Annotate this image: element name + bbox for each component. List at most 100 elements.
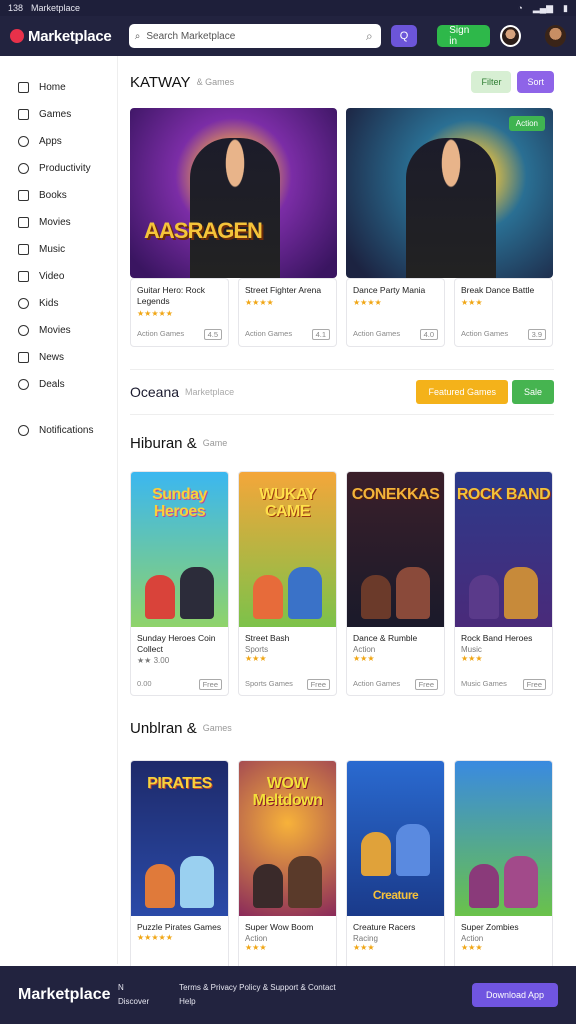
game-card[interactable]: CONEKKAS Dance & Rumble Action ★★★ Actio… xyxy=(346,471,445,696)
list-item[interactable]: Guitar Hero: Rock Legends ★★★★★ Action G… xyxy=(130,278,229,347)
footer: Marketplace N Discover Terms & Privacy P… xyxy=(0,966,576,1024)
game-cover: Creature xyxy=(347,761,444,916)
promo-title: Oceana xyxy=(130,384,180,400)
search-button[interactable]: Q xyxy=(390,25,418,47)
game-card[interactable]: WOW Meltdown Super Wow Boom Action ★★★ xyxy=(238,760,337,985)
book-icon xyxy=(18,190,29,201)
sale-button[interactable]: Sale xyxy=(511,380,554,404)
bell-icon xyxy=(18,425,29,436)
sort-button[interactable]: Sort xyxy=(517,71,554,93)
film-icon xyxy=(18,217,29,228)
sidebar-item-video[interactable]: Video xyxy=(0,263,117,290)
avatar-secondary[interactable] xyxy=(545,25,567,47)
dancer-figure xyxy=(406,138,496,278)
list-item[interactable]: Break Dance Battle ★★★ Action Games 3.9 xyxy=(454,278,553,347)
sidebar-item-apps[interactable]: Apps xyxy=(0,128,117,155)
sidebar-item-home[interactable]: Home xyxy=(0,74,117,101)
footer-link[interactable]: N xyxy=(118,981,149,995)
featured-banners: AASRAGEN Action xyxy=(130,108,554,278)
game-cover: Sunday Heroes xyxy=(131,472,228,627)
featured-games-button[interactable]: Featured Games xyxy=(416,380,508,404)
sidebar-item-deals[interactable]: Deals xyxy=(0,371,117,398)
featured-header: KATWAY & Games Filter Sort xyxy=(130,56,554,108)
featured-banner[interactable]: AASRAGEN xyxy=(130,108,337,278)
logo-icon xyxy=(10,29,24,43)
game-card[interactable]: PIRATES Puzzle Pirates Games ★★★★★ xyxy=(130,760,229,985)
search-icon: ⌕ xyxy=(134,30,141,42)
sign-in-button[interactable]: Sign in xyxy=(437,25,491,47)
game-cover: WOW Meltdown xyxy=(239,761,336,916)
promo-bar: Oceana Marketplace Featured Games Sale xyxy=(130,370,554,414)
video-icon xyxy=(18,271,29,282)
sidebar-item-movies-2[interactable]: Movies xyxy=(0,317,117,344)
news-icon xyxy=(18,352,29,363)
filter-button[interactable]: Filter xyxy=(471,71,512,93)
banner-badge: Action xyxy=(508,116,545,131)
sidebar-item-movies[interactable]: Movies xyxy=(0,209,117,236)
footer-link[interactable]: Terms & Privacy Policy & Support & Conta… xyxy=(179,981,336,995)
footer-logo[interactable]: Marketplace xyxy=(18,986,118,1004)
game-card[interactable]: ROCK BAND Rock Band Heroes Music ★★★ Mus… xyxy=(454,471,553,696)
search-input[interactable]: ⌕ Search Marketplace ⌕ xyxy=(128,24,381,48)
sidebar-item-books[interactable]: Books xyxy=(0,182,117,209)
sidebar-item-news[interactable]: News xyxy=(0,344,117,371)
search-placeholder: Search Marketplace xyxy=(146,30,236,42)
section-title: Unblran & xyxy=(130,719,197,737)
main-content: KATWAY & Games Filter Sort AASRAGEN Acti… xyxy=(118,56,576,985)
app-logo[interactable]: Marketplace xyxy=(10,28,119,45)
apps-icon xyxy=(18,136,29,147)
ticket-icon xyxy=(18,325,29,336)
logo-text: Marketplace xyxy=(28,27,112,45)
gamepad-icon xyxy=(18,109,29,120)
status-app-name: Marketplace xyxy=(31,3,81,13)
wifi-icon: ◔ xyxy=(517,2,523,13)
tag-icon xyxy=(18,379,29,390)
magnifier-icon: ⌕ xyxy=(366,28,373,43)
sidebar-item-productivity[interactable]: Productivity xyxy=(0,155,117,182)
game-cover: CONEKKAS xyxy=(347,472,444,627)
list-item[interactable]: Street Fighter Arena ★★★★ Action Games 4.… xyxy=(238,278,337,347)
featured-title: KATWAY xyxy=(130,73,191,91)
footer-links-left: N Discover xyxy=(118,981,149,1009)
game-card[interactable]: Sunday Heroes Sunday Heroes Coin Collect… xyxy=(130,471,229,696)
sidebar-item-games[interactable]: Games xyxy=(0,101,117,128)
featured-subtitle: & Games xyxy=(196,77,235,87)
game-card[interactable]: WUKAY CAME Street Bash Sports ★★★ Sports… xyxy=(238,471,337,696)
avatar[interactable] xyxy=(500,25,522,47)
featured-list: Guitar Hero: Rock Legends ★★★★★ Action G… xyxy=(130,278,554,347)
hiburan-grid: Sunday Heroes Sunday Heroes Coin Collect… xyxy=(130,471,554,696)
sidebar-item-notifications[interactable]: Notifications xyxy=(0,417,117,444)
game-cover: ROCK BAND xyxy=(455,472,552,627)
music-icon xyxy=(18,244,29,255)
sidebar: Home Games Apps Productivity Books Movie… xyxy=(0,56,118,964)
battery-icon: ▮ xyxy=(563,2,568,13)
hiburan-header: Hiburan & Game xyxy=(130,415,554,471)
list-item[interactable]: Dance Party Mania ★★★★ Action Games 4.0 xyxy=(346,278,445,347)
sidebar-item-music[interactable]: Music xyxy=(0,236,117,263)
status-time: 138 xyxy=(8,3,24,13)
guitarist-figure xyxy=(190,138,280,278)
kids-icon xyxy=(18,298,29,309)
unblran-header: Unblran & Games xyxy=(130,696,554,760)
game-cover: WUKAY CAME xyxy=(239,472,336,627)
unblran-grid: PIRATES Puzzle Pirates Games ★★★★★ WOW M… xyxy=(130,760,554,985)
section-subtitle: Games xyxy=(202,723,232,733)
home-icon xyxy=(18,82,29,93)
game-card[interactable]: Creature Creature Racers Racing ★★★ xyxy=(346,760,445,985)
download-app-button[interactable]: Download App xyxy=(471,983,558,1007)
banner-title: AASRAGEN xyxy=(144,218,263,243)
footer-links-right: Terms & Privacy Policy & Support & Conta… xyxy=(179,981,336,1009)
briefcase-icon xyxy=(18,163,29,174)
section-subtitle: Game xyxy=(202,438,228,448)
top-nav: Marketplace ⌕ Search Marketplace ⌕ Q Sig… xyxy=(0,16,576,56)
featured-banner[interactable]: Action xyxy=(346,108,553,278)
footer-link[interactable]: Help xyxy=(179,995,336,1009)
game-card[interactable]: Super Zombies Action ★★★ xyxy=(454,760,553,985)
status-bar: 138 Marketplace ◔ ▂▄▆ ▮ xyxy=(0,0,576,16)
game-cover xyxy=(455,761,552,916)
signal-icon: ▂▄▆ xyxy=(532,2,554,13)
section-title: Hiburan & xyxy=(130,434,197,452)
footer-link[interactable]: Discover xyxy=(118,995,149,1009)
game-cover: PIRATES xyxy=(131,761,228,916)
sidebar-item-kids[interactable]: Kids xyxy=(0,290,117,317)
